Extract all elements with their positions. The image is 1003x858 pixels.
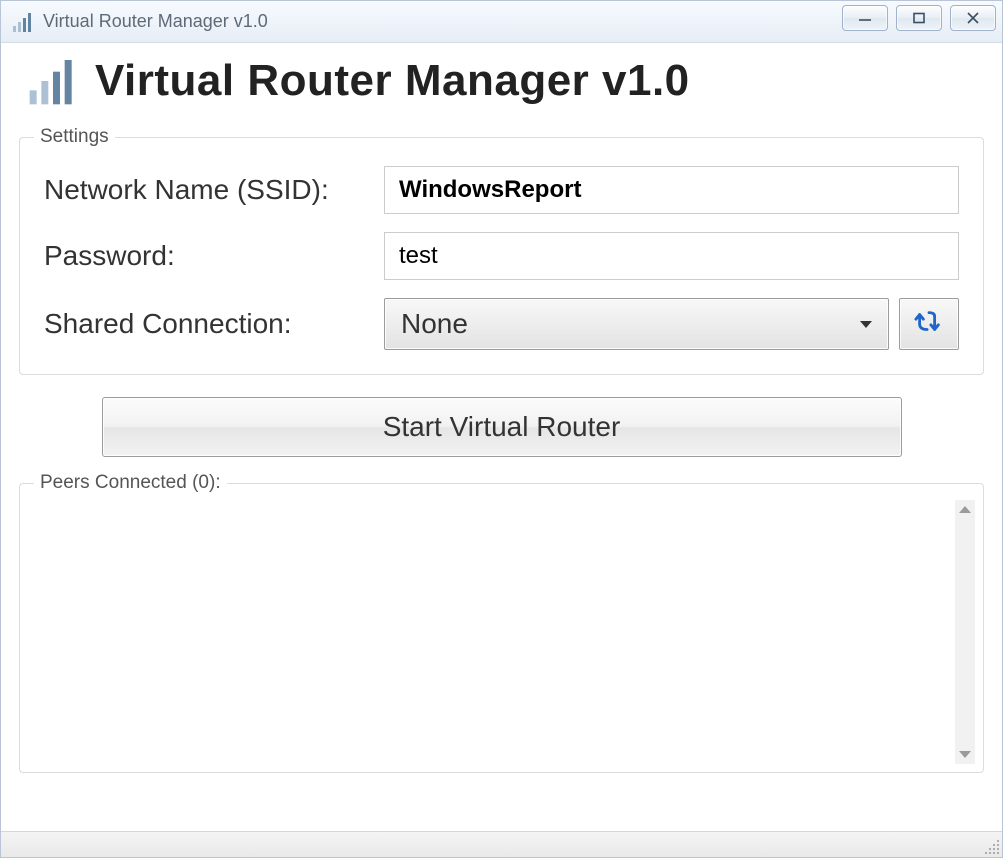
refresh-connections-button[interactable] xyxy=(899,298,959,350)
shared-connection-label: Shared Connection: xyxy=(44,308,384,340)
client-area: Virtual Router Manager v1.0 Settings Net… xyxy=(1,43,1002,831)
ssid-input[interactable] xyxy=(384,166,959,214)
start-virtual-router-button[interactable]: Start Virtual Router xyxy=(102,397,902,457)
peers-list[interactable] xyxy=(28,500,955,764)
scroll-down-icon[interactable] xyxy=(959,751,971,758)
scroll-up-icon[interactable] xyxy=(959,506,971,513)
close-button[interactable] xyxy=(950,5,996,31)
app-window: Virtual Router Manager v1.0 xyxy=(0,0,1003,858)
ssid-row: Network Name (SSID): xyxy=(44,166,959,214)
password-label: Password: xyxy=(44,240,384,272)
window-controls xyxy=(842,5,996,31)
shared-connection-value: None xyxy=(401,308,468,340)
maximize-button[interactable] xyxy=(896,5,942,31)
signal-bars-icon xyxy=(11,10,35,34)
settings-legend: Settings xyxy=(34,126,115,148)
window-title: Virtual Router Manager v1.0 xyxy=(43,11,268,32)
settings-group: Settings Network Name (SSID): Password: … xyxy=(19,137,984,375)
ssid-label: Network Name (SSID): xyxy=(44,174,384,206)
peers-legend: Peers Connected (0): xyxy=(34,472,227,494)
password-input[interactable] xyxy=(384,232,959,280)
titlebar[interactable]: Virtual Router Manager v1.0 xyxy=(1,1,1002,43)
start-button-label: Start Virtual Router xyxy=(383,411,621,443)
refresh-arrows-icon xyxy=(914,307,944,342)
signal-bars-icon xyxy=(25,53,81,109)
password-row: Password: xyxy=(44,232,959,280)
app-header: Virtual Router Manager v1.0 xyxy=(25,53,984,109)
statusbar xyxy=(1,831,1002,857)
shared-connection-dropdown[interactable]: None xyxy=(384,298,889,350)
peers-scrollbar[interactable] xyxy=(955,500,975,764)
shared-connection-row: Shared Connection: None xyxy=(44,298,959,350)
minimize-button[interactable] xyxy=(842,5,888,31)
resize-grip-icon[interactable] xyxy=(984,839,1000,855)
page-title: Virtual Router Manager v1.0 xyxy=(95,56,690,106)
chevron-down-icon xyxy=(860,321,872,328)
peers-group: Peers Connected (0): xyxy=(19,483,984,773)
